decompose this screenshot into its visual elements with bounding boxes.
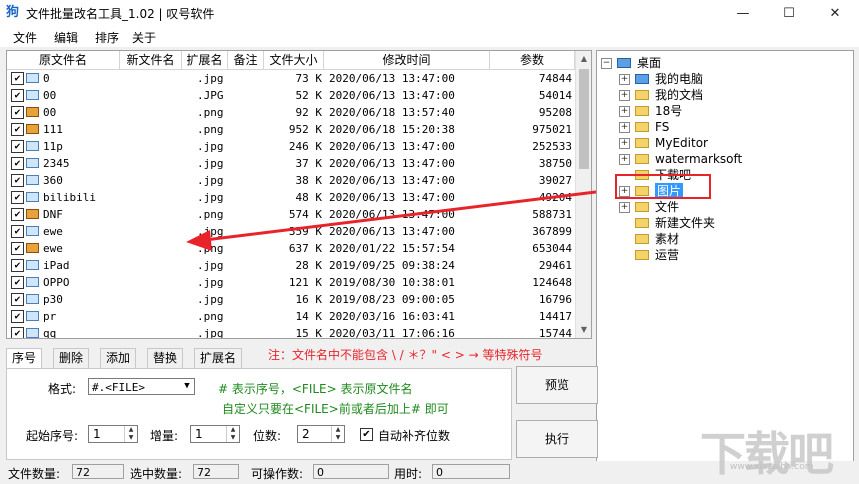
folder-icon (635, 122, 649, 132)
operable-count-value: 0 (313, 464, 389, 479)
digits-stepper[interactable]: 2 ▲ ▼ (297, 425, 345, 443)
execute-button[interactable]: 执行 (516, 420, 598, 458)
documents-icon (635, 90, 649, 100)
expand-icon[interactable]: + (619, 90, 630, 101)
expand-icon[interactable]: + (619, 154, 630, 165)
autopad-checkbox[interactable]: ✔ (360, 428, 373, 441)
selected-count-label: 选中数量: (130, 467, 183, 481)
folder-icon (635, 234, 649, 244)
tree-node[interactable]: 我的电脑 (655, 71, 703, 87)
tab-sequence[interactable]: 序号 (6, 348, 43, 369)
file-count-label: 文件数量: (8, 467, 61, 481)
digits-value: 2 (302, 427, 310, 441)
tree-node[interactable]: 文件 (655, 199, 679, 215)
preview-button[interactable]: 预览 (516, 366, 598, 404)
tree-node[interactable]: 18号 (655, 103, 682, 119)
expand-icon[interactable]: + (619, 202, 630, 213)
watermark-url: www.xiazaiba.com (730, 462, 814, 472)
tree-node[interactable]: watermarksoft (655, 151, 742, 167)
tree-node[interactable]: 运营 (655, 247, 679, 263)
start-number-label: 起始序号: (26, 429, 79, 443)
spin-arrows-icon[interactable]: ▲ ▼ (124, 426, 137, 442)
watermark-logo: 下载吧 (700, 427, 834, 481)
autopad-label: 自动补齐位数 (378, 429, 451, 443)
expand-icon[interactable]: + (619, 122, 630, 133)
operable-count-label: 可操作数: (251, 467, 304, 481)
file-count-value: 72 (72, 464, 124, 479)
format-hint-1: # 表示序号，<FILE> 表示原文件名 (218, 382, 413, 396)
tab-delete[interactable]: 删除 (53, 348, 90, 368)
computer-icon (635, 74, 649, 84)
selected-count-value: 72 (193, 464, 239, 479)
expand-icon[interactable]: + (619, 74, 630, 85)
start-number-stepper[interactable]: 1 ▲ ▼ (88, 425, 138, 443)
collapse-icon[interactable]: − (601, 58, 612, 69)
increment-label: 增量: (150, 429, 179, 443)
elapsed-value: 0 (432, 464, 510, 479)
increment-value: 1 (195, 427, 203, 441)
tree-node[interactable]: FS (655, 119, 669, 135)
tab-replace[interactable]: 替换 (147, 348, 184, 368)
desktop-icon (617, 58, 631, 68)
folder-icon (635, 106, 649, 116)
spin-arrows-icon[interactable]: ▲ ▼ (226, 426, 239, 442)
folder-tree[interactable]: − 桌面 + 我的电脑 + 我的文档 +18号 + FS + MyEditor + watermarks… (596, 50, 854, 462)
folder-icon (635, 218, 649, 228)
elapsed-label: 用时: (394, 467, 423, 481)
tree-node[interactable]: 桌面 (637, 55, 661, 71)
tree-node[interactable]: 我的文档 (655, 87, 703, 103)
spin-arrows-icon[interactable]: ▲ ▼ (331, 426, 344, 442)
folder-icon (635, 138, 649, 148)
format-label: 格式: (48, 382, 77, 396)
chevron-down-icon[interactable]: ▼ (180, 379, 194, 394)
tree-node[interactable]: 素材 (655, 231, 679, 247)
special-chars-warning: 注：文件名中不能包含 \ / ＊？" < > → 等特殊符号 (268, 348, 543, 362)
folder-icon (635, 250, 649, 260)
format-select[interactable]: #.<FILE> ▼ (88, 378, 195, 395)
highlight-box (615, 174, 711, 199)
expand-icon[interactable]: + (619, 106, 630, 117)
tab-add[interactable]: 添加 (100, 348, 137, 368)
tree-node[interactable]: MyEditor (655, 135, 708, 151)
tree-node[interactable]: 新建文件夹 (655, 215, 715, 231)
tab-extension[interactable]: 扩展名 (194, 348, 243, 368)
expand-icon[interactable]: + (619, 138, 630, 149)
folder-icon (635, 202, 649, 212)
folder-icon (635, 154, 649, 164)
format-value: #.<FILE> (92, 381, 145, 394)
digits-label: 位数: (253, 429, 282, 443)
format-hint-2: 自定义只要在<FILE>前或者后加上# 即可 (222, 402, 449, 416)
increment-stepper[interactable]: 1 ▲ ▼ (190, 425, 240, 443)
start-number-value: 1 (93, 427, 101, 441)
